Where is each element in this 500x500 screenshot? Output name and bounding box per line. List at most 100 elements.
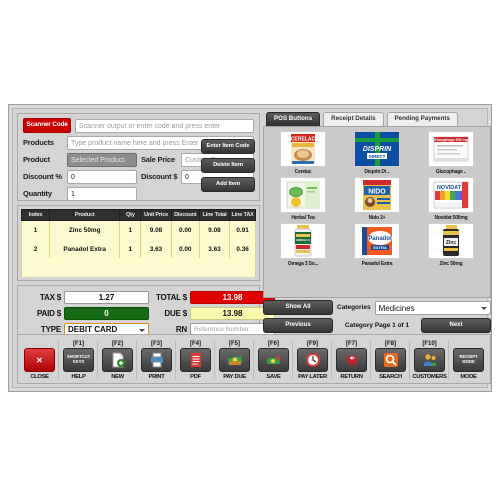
toolbar-button-help[interactable]: [F1] SHORTCUT KEYS HELP (60, 340, 98, 380)
tab-pending-payments[interactable]: Pending Payments (386, 112, 458, 127)
totals-panel: TAX $ 1.27 TOTAL $ 13.98 PAID $ 0 DUE $ … (17, 285, 275, 338)
product-tile[interactable]: Herbal Tea (267, 177, 339, 221)
scanner-code-button[interactable]: Scanner Code (23, 118, 71, 133)
entry-action-buttons: Enter Item Code Delete Item Add Item (201, 139, 255, 192)
items-table[interactable]: Index Product Qty Unit Price Discount Li… (20, 209, 256, 277)
bottom-toolbar: ✕ CLOSE [F1] SHORTCUT KEYS HELP [F2] NEW… (17, 334, 491, 384)
shortcut-keys-icon-text: SHORTCUT KEYS (66, 354, 91, 364)
product-name: Glucophage .. (435, 169, 467, 175)
svg-text:DISPRIN: DISPRIN (363, 146, 392, 153)
tax-label: TAX $ (39, 292, 61, 302)
product-tile[interactable]: NIDO Nido 2+ (341, 177, 413, 221)
money-icon (219, 348, 250, 372)
category-page-label: Category Page 1 of 1 (344, 322, 410, 329)
product-tile[interactable]: Panadol EXTRA Panadol Extra (341, 223, 413, 267)
previous-page-button[interactable]: Previous (263, 318, 333, 333)
product-tile[interactable]: NOVIDAT Novidat 500mg (415, 177, 487, 221)
product-tile[interactable]: Zinc Zinc 50mg (415, 223, 487, 267)
product-image-disprin[interactable]: DISPRIN DIRECT (354, 131, 400, 167)
toolbar-button-mode[interactable]: RECEIPT MODE MODE (450, 340, 487, 380)
fkey-label: [F4] (190, 341, 201, 347)
cell-line-total: 9.08 (198, 220, 231, 240)
toolbar-button-print[interactable]: [F3] PRINT (138, 340, 176, 380)
product-name: Zinc 50mg (439, 261, 463, 267)
product-image-nido[interactable]: NIDO (354, 177, 400, 213)
toolbar-button-new[interactable]: [F2] NEW (99, 340, 137, 380)
toolbar-label: RETURN (340, 374, 363, 380)
toolbar-label: PAY DUE (223, 374, 246, 380)
product-tile[interactable]: OMEGA 3 Omega 3 So... (267, 223, 339, 267)
toolbar-label: SEARCH (379, 374, 402, 380)
svg-text:Panadol: Panadol (368, 236, 392, 242)
close-icon: ✕ (24, 348, 55, 372)
cell-index: 2 (20, 239, 51, 259)
scanner-input[interactable]: Scanner output or enter code and press e… (75, 118, 254, 133)
toolbar-button-customers[interactable]: [F10] CUSTOMERS (411, 340, 449, 380)
fkey-label: [F3] (151, 341, 162, 347)
cell-line-tax: 0.91 (229, 220, 256, 240)
fkey-label: [F1] (73, 341, 84, 347)
toolbar-button-search[interactable]: [F8] SEARCH (372, 340, 410, 380)
toolbar-button-pay-later[interactable]: [F9] PAY LATER (294, 340, 332, 380)
scanner-row: Scanner Code Scanner output or enter cod… (23, 118, 254, 133)
paid-value[interactable]: 0 (64, 306, 149, 320)
table-row[interactable]: 1 Zinc 50mg 1 9.08 0.00 9.08 0.91 (20, 220, 256, 240)
printer-icon (141, 348, 172, 372)
toolbar-label: SAVE (266, 374, 281, 380)
discount-percent-input[interactable]: 0 (67, 169, 137, 184)
tab-pos-buttons[interactable]: POS Buttons (266, 112, 321, 127)
delete-item-button[interactable]: Delete Item (201, 158, 255, 173)
toolbar-button-close[interactable]: ✕ CLOSE (21, 340, 59, 380)
add-item-button[interactable]: Add Item (201, 177, 255, 192)
product-name: Novidat 500mg (434, 215, 468, 221)
tab-receipt-details[interactable]: Receipt Details (323, 112, 384, 127)
cell-discount: 0.00 (170, 239, 200, 259)
toolbar-button-return[interactable]: [F7] RETURN (333, 340, 371, 380)
enter-item-code-button[interactable]: Enter Item Code (201, 139, 255, 154)
product-tile[interactable]: Glucophage 500 mg Glucophage .. (415, 131, 487, 175)
rn-label: RN (175, 324, 187, 334)
discount-percent-label: Discount % (23, 172, 62, 181)
toolbar-button-pay-due[interactable]: [F5] PAY DUE (216, 340, 254, 380)
col-discount: Discount (170, 209, 200, 221)
product-image-zinc[interactable]: Zinc (428, 223, 474, 259)
toolbar-label: NEW (111, 374, 124, 380)
product-image-panadol[interactable]: Panadol EXTRA (354, 223, 400, 259)
cell-product: Panadol Extra (49, 239, 121, 259)
pdf-icon (180, 348, 211, 372)
cell-line-tax: 0.36 (229, 239, 256, 259)
product-name: Herbal Tea (291, 215, 315, 221)
product-tile[interactable]: CERELAC Cerelac (267, 131, 339, 175)
product-image-omega3[interactable]: OMEGA 3 (280, 223, 326, 259)
toolbar-label: PRINT (148, 374, 165, 380)
svg-text:OMEGA 3: OMEGA 3 (296, 238, 310, 242)
product-image-herbal-tea[interactable] (280, 177, 326, 213)
toolbar-label: CUSTOMERS (412, 374, 447, 380)
cell-discount: 0.00 (170, 220, 200, 240)
product-name: Nido 2+ (368, 215, 386, 221)
product-image-novidat[interactable]: NOVIDAT (428, 177, 474, 213)
product-image-cerelac[interactable]: CERELAC (280, 131, 326, 167)
svg-text:CERELAC: CERELAC (291, 137, 316, 143)
show-all-button[interactable]: Show All (263, 300, 333, 315)
svg-text:Glucophage 500 mg: Glucophage 500 mg (434, 138, 468, 142)
product-name: Omega 3 So... (287, 261, 319, 267)
toolbar-button-save[interactable]: [F6] SAVE (255, 340, 293, 380)
search-icon (375, 348, 406, 372)
toolbar-label: MODE (460, 374, 477, 380)
discount-amount-label: Discount $ (141, 172, 178, 181)
product-image-glucophage[interactable]: Glucophage 500 mg (428, 131, 474, 167)
next-page-button[interactable]: Next (421, 318, 491, 333)
product-name: Disprin Di .. (364, 169, 390, 175)
receipt-mode-icon-text: RECEIPT MODE (459, 354, 478, 364)
toolbar-button-pdf[interactable]: [F4] PDF (177, 340, 215, 380)
svg-text:NOVIDAT: NOVIDAT (437, 185, 462, 191)
product-tile[interactable]: DISPRIN DIRECT Disprin Di .. (341, 131, 413, 175)
col-line-total: Line Total (198, 209, 231, 221)
svg-text:Zinc: Zinc (446, 240, 456, 246)
cell-index: 1 (20, 220, 51, 240)
quantity-input[interactable]: 1 (67, 186, 137, 201)
table-row[interactable]: 2 Panadol Extra 1 3.63 0.00 3.63 0.36 (20, 239, 256, 259)
category-select[interactable]: Medicines (374, 300, 491, 315)
fkey-label: [F6] (268, 341, 279, 347)
